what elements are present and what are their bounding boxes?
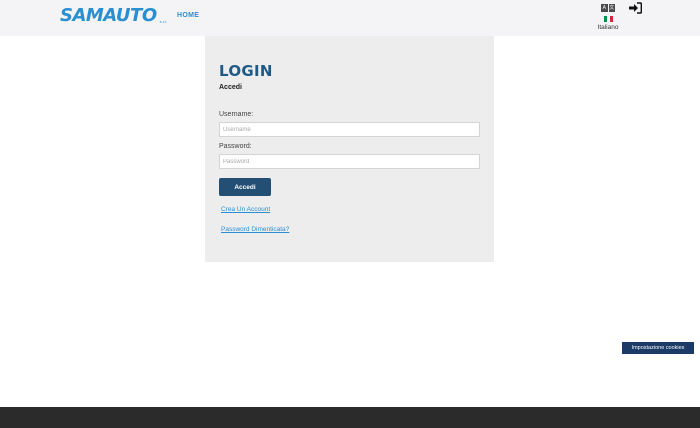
language-label: Italiano xyxy=(597,24,619,31)
username-input[interactable] xyxy=(219,122,480,137)
italy-flag-icon xyxy=(604,16,613,22)
language-selector[interactable]: A文 Italiano xyxy=(594,2,622,32)
page-title: LOGIN xyxy=(219,62,273,80)
translate-icon: A文 xyxy=(601,4,615,12)
header: SAMAUTO s.r.l. HOME A文 Italiano xyxy=(0,0,700,36)
login-card: LOGIN Accedi Username: Password: Accedi … xyxy=(205,36,494,262)
password-input[interactable] xyxy=(219,154,480,169)
username-label: Username: xyxy=(219,111,254,118)
page-subtitle: Accedi xyxy=(219,84,242,91)
forgot-password-link[interactable]: Password Dimenticata? xyxy=(221,226,289,233)
logo[interactable]: SAMAUTO s.r.l. xyxy=(60,6,167,26)
login-button[interactable]: Accedi xyxy=(219,178,271,196)
logo-text: SAMAUTO xyxy=(60,5,157,26)
logo-suffix: s.r.l. xyxy=(159,19,167,24)
page: SAMAUTO s.r.l. HOME A文 Italiano LOGIN Ac… xyxy=(0,0,700,428)
create-account-link[interactable]: Crea Un Account xyxy=(221,206,270,213)
password-label: Password: xyxy=(219,143,252,150)
footer xyxy=(0,407,700,428)
cookie-settings-button[interactable]: Impostazione cookies xyxy=(622,342,694,354)
nav-home-link[interactable]: HOME xyxy=(177,12,199,19)
sign-in-icon[interactable] xyxy=(628,2,642,14)
